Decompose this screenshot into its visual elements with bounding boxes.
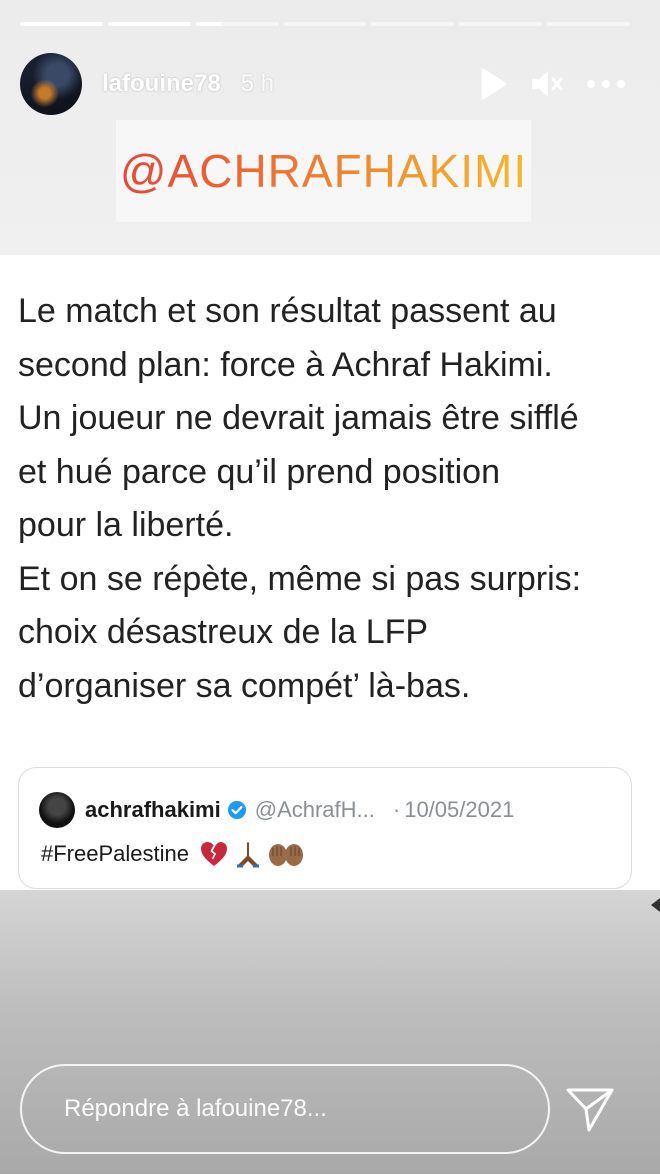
mention-sticker[interactable]: @ACHRAFHAKIMI [116, 120, 531, 222]
verified-badge-icon [227, 800, 247, 820]
tweet-body: #FreePalestine [41, 840, 305, 868]
story-segment-fill [195, 22, 221, 26]
username[interactable]: lafouine78 [102, 70, 221, 98]
story-segment [459, 22, 543, 26]
praying-hands-icon [236, 842, 259, 868]
story-segment-fill [20, 22, 103, 26]
tweet-date: 10/05/2021 [404, 797, 515, 822]
tweet-separator: · [392, 797, 401, 822]
story-segment [547, 22, 631, 26]
more-options-button[interactable] [586, 79, 626, 89]
tweet-emojis [199, 840, 305, 868]
story-segment-fill [107, 22, 191, 26]
reply-placeholder: Répondre à lafouine78... [64, 1095, 327, 1122]
header-actions [480, 68, 626, 100]
story-segment [20, 22, 103, 26]
post-text: Le match et son résultat passent au seco… [18, 292, 582, 705]
play-icon [481, 68, 507, 100]
embedded-tweet[interactable]: achrafhakimi @AchrafH... · 10/05/2021 #F… [18, 767, 632, 889]
avatar[interactable] [20, 53, 82, 115]
tweet-header: achrafhakimi @AchrafH... · 10/05/2021 [39, 792, 514, 828]
story-segment [283, 22, 367, 26]
story-progress-bar [20, 22, 631, 26]
mention-text: @ACHRAFHAKIMI [119, 145, 528, 197]
story-segment [195, 22, 279, 26]
story-segment [107, 22, 191, 26]
post-panel: Le match et son résultat passent au seco… [0, 255, 660, 890]
send-button[interactable] [565, 1085, 615, 1133]
post-time: 5 h [240, 70, 275, 97]
more-options-icon [587, 80, 625, 88]
reply-input[interactable]: Répondre à lafouine78... [20, 1064, 550, 1154]
mute-button[interactable] [530, 69, 564, 99]
tweet-avatar [39, 792, 75, 828]
story-segment [371, 22, 455, 26]
broken-heart-icon [200, 842, 227, 866]
play-button[interactable] [480, 68, 508, 100]
open-hands-icon [268, 844, 303, 866]
send-icon [566, 1088, 614, 1132]
mute-icon [532, 71, 563, 97]
tweet-text: #FreePalestine [41, 841, 189, 866]
tweet-author-name: achrafhakimi [85, 797, 221, 822]
story-header: lafouine78 5 h [20, 52, 626, 116]
tweet-handle: @AchrafH... [254, 797, 375, 822]
edge-arrow-icon [651, 898, 660, 912]
